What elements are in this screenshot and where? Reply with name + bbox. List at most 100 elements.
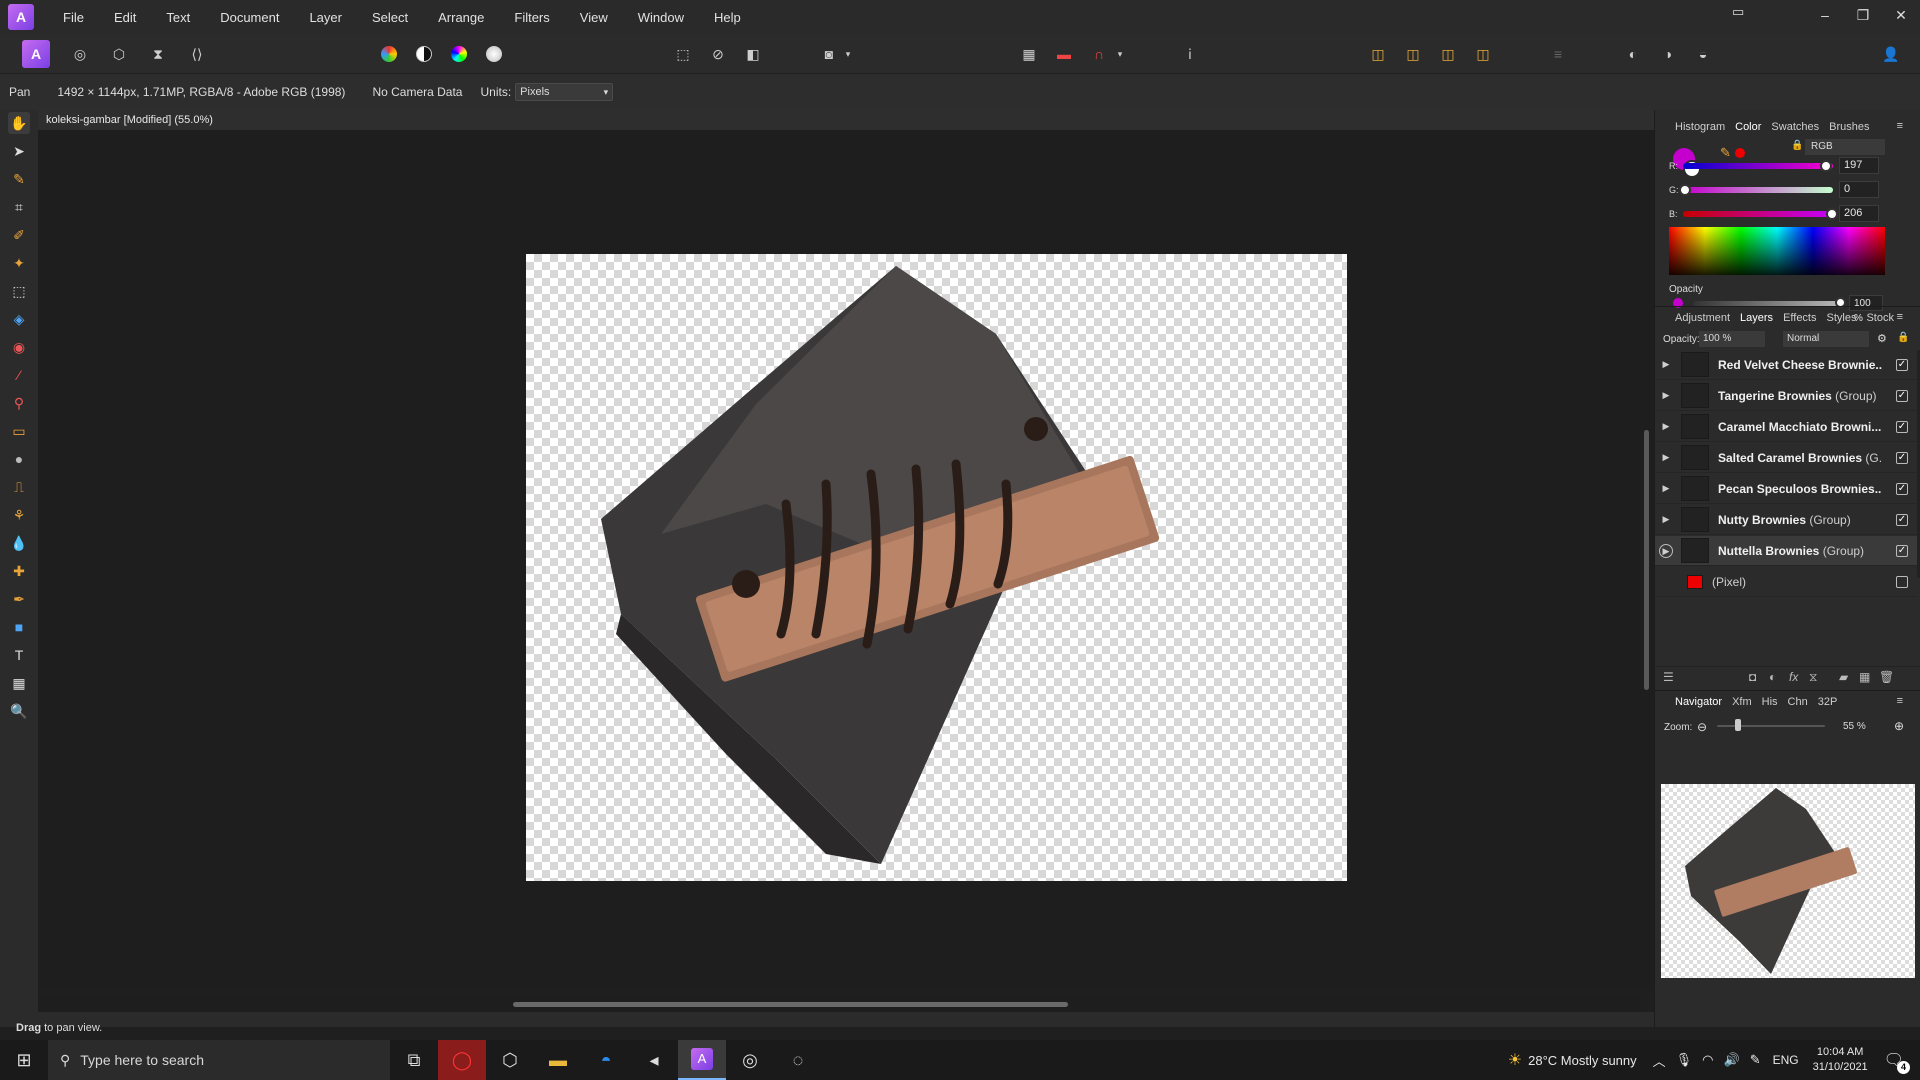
- taskbar-search-box[interactable]: ⚲ Type here to search: [48, 1040, 390, 1080]
- add-pixel-layer-icon[interactable]: ▦: [1859, 670, 1870, 684]
- menu-document[interactable]: Document: [205, 10, 294, 25]
- user-account-icon[interactable]: 👤: [1879, 42, 1903, 66]
- auto-contrast-icon[interactable]: [412, 42, 436, 66]
- menu-file[interactable]: File: [48, 10, 99, 25]
- layer-visibility-checkbox[interactable]: ✓: [1896, 420, 1908, 433]
- clone-tool-icon[interactable]: ⎍: [8, 476, 30, 498]
- expand-arrow-icon[interactable]: ▶: [1659, 390, 1673, 401]
- flood-fill-tool-icon[interactable]: ◈: [8, 308, 30, 330]
- info-icon[interactable]: ⅰ: [1178, 42, 1202, 66]
- menu-help[interactable]: Help: [699, 10, 756, 25]
- weather-sun-icon[interactable]: ☀: [1508, 1050, 1522, 1070]
- blue-value-field[interactable]: 206: [1839, 205, 1879, 222]
- layer-row[interactable]: ▶ Red Velvet Cheese Brownie... ✓: [1655, 350, 1917, 380]
- menu-text[interactable]: Text: [151, 10, 205, 25]
- mesh-warp-tool-icon[interactable]: ▦: [8, 672, 30, 694]
- invert-selection-icon[interactable]: ◧: [741, 42, 765, 66]
- picked-color-dot[interactable]: [1735, 148, 1745, 158]
- gradient-tool-icon[interactable]: ◉: [8, 336, 30, 358]
- liquify-persona-icon[interactable]: ◎: [68, 42, 92, 66]
- layer-visibility-checkbox[interactable]: ✓: [1896, 513, 1908, 526]
- tab-swatches[interactable]: Swatches: [1771, 121, 1819, 133]
- green-slider-knob[interactable]: [1679, 184, 1691, 196]
- tab-color[interactable]: Color: [1735, 121, 1761, 133]
- minimize-icon[interactable]: –: [1806, 7, 1844, 23]
- menu-window[interactable]: Window: [623, 10, 699, 25]
- pen-icon[interactable]: ✎: [1750, 1052, 1761, 1068]
- red-eye-tool-icon[interactable]: ⚘: [8, 504, 30, 526]
- expand-arrow-icon[interactable]: ▶: [1659, 452, 1673, 463]
- volume-icon[interactable]: 🔊: [1724, 1052, 1740, 1068]
- color-model-dropdown[interactable]: RGB: [1805, 139, 1885, 155]
- snapping-grid-icon[interactable]: ▦: [1017, 42, 1041, 66]
- terminal-app-icon[interactable]: ◂: [630, 1040, 678, 1080]
- chevron-down-icon[interactable]: ▾: [842, 42, 854, 66]
- weather-text[interactable]: 28°C Mostly sunny: [1528, 1053, 1637, 1068]
- horizontal-scrollbar[interactable]: [38, 996, 1640, 1012]
- auto-white-balance-icon[interactable]: [482, 42, 506, 66]
- wifi-icon[interactable]: ◠: [1702, 1052, 1713, 1068]
- tab-history[interactable]: His: [1762, 696, 1778, 708]
- layer-row[interactable]: (Pixel): [1655, 567, 1917, 597]
- blend-mode-dropdown[interactable]: Normal: [1783, 331, 1869, 347]
- file-explorer-icon[interactable]: ▬: [534, 1040, 582, 1080]
- restore-icon[interactable]: ❐: [1844, 7, 1882, 24]
- color-picker-icon[interactable]: ✎: [1720, 145, 1731, 161]
- develop-persona-icon[interactable]: ⬡: [107, 42, 131, 66]
- arrange-backward-icon[interactable]: ◫: [1401, 42, 1425, 66]
- panel-menu-icon[interactable]: ≡: [1897, 120, 1903, 132]
- subtract-selection-icon[interactable]: ◑: [1656, 42, 1680, 66]
- chevron-down-icon[interactable]: ▾: [1114, 42, 1126, 66]
- scroll-thumb[interactable]: [1644, 430, 1649, 690]
- live-filter-icon[interactable]: ⧖: [1809, 670, 1817, 685]
- color-picker-tool-icon[interactable]: ✎: [8, 168, 30, 190]
- app-hexagon-icon[interactable]: ⬡: [486, 1040, 534, 1080]
- document-tab[interactable]: koleksi-gambar [Modified] (55.0%) ✕: [38, 110, 1702, 130]
- edge-browser-icon[interactable]: ◓: [582, 1040, 630, 1080]
- tab-histogram[interactable]: Histogram: [1675, 121, 1725, 133]
- clock[interactable]: 10:04 AM 31/10/2021: [1813, 1045, 1868, 1075]
- artistic-text-tool-icon[interactable]: T: [8, 644, 30, 666]
- layer-visibility-checkbox[interactable]: ✓: [1896, 544, 1908, 557]
- dodge-tool-icon[interactable]: ●: [8, 448, 30, 470]
- fx-icon[interactable]: fx: [1789, 670, 1798, 684]
- menu-arrange[interactable]: Arrange: [423, 10, 499, 25]
- red-slider-knob[interactable]: [1820, 160, 1832, 172]
- tab-stock[interactable]: Stock: [1866, 312, 1894, 324]
- quick-mask-icon[interactable]: ◙: [817, 42, 841, 66]
- paint-brush-tool-icon[interactable]: ⁄: [8, 364, 30, 386]
- blue-slider[interactable]: [1683, 211, 1833, 217]
- tab-transform[interactable]: Xfm: [1732, 696, 1752, 708]
- app-spiral-icon[interactable]: ◎: [726, 1040, 774, 1080]
- panel-menu-icon[interactable]: ≡: [1897, 695, 1903, 707]
- zoom-slider[interactable]: [1717, 725, 1825, 727]
- zoom-value[interactable]: 55 %: [1843, 719, 1881, 734]
- rectangle-tool-icon[interactable]: ■: [8, 616, 30, 638]
- hand-tool-icon[interactable]: ✋: [8, 112, 30, 134]
- delete-layer-icon[interactable]: 🗑: [1879, 670, 1894, 684]
- tab-adjustment[interactable]: Adjustment: [1675, 312, 1730, 324]
- intersect-selection-icon[interactable]: ◒: [1691, 42, 1715, 66]
- tab-navigator[interactable]: Navigator: [1675, 696, 1722, 708]
- expand-arrow-icon[interactable]: ▶: [1659, 421, 1673, 432]
- layer-row[interactable]: ▶ Salted Caramel Brownies (G... ✓: [1655, 443, 1917, 473]
- tone-mapping-persona-icon[interactable]: ⧗: [146, 42, 170, 66]
- chevron-up-icon[interactable]: ︿: [1653, 1051, 1666, 1070]
- tab-layers[interactable]: Layers: [1740, 312, 1773, 324]
- paint-mixer-icon[interactable]: ⚲: [8, 392, 30, 414]
- rectangular-marquee-icon[interactable]: ⬚: [8, 280, 30, 302]
- flood-select-tool-icon[interactable]: ✦: [8, 252, 30, 274]
- layers-stack-icon[interactable]: ☰: [1663, 670, 1674, 684]
- menu-layer[interactable]: Layer: [294, 10, 357, 25]
- crop-tool-icon[interactable]: ⌗: [8, 196, 30, 218]
- healing-tool-icon[interactable]: ✚: [8, 560, 30, 582]
- green-value-field[interactable]: 0: [1839, 181, 1879, 198]
- zoom-slider-knob[interactable]: [1735, 719, 1741, 731]
- gear-icon[interactable]: ⚙: [1877, 332, 1887, 345]
- menu-select[interactable]: Select: [357, 10, 423, 25]
- navigator-preview[interactable]: [1661, 784, 1915, 978]
- expand-arrow-icon[interactable]: ▶: [1659, 359, 1673, 370]
- snapping-icon[interactable]: ▬: [1052, 42, 1076, 66]
- lock-icon[interactable]: 🔒: [1897, 332, 1909, 343]
- export-persona-icon[interactable]: ⟨⟩: [185, 42, 209, 66]
